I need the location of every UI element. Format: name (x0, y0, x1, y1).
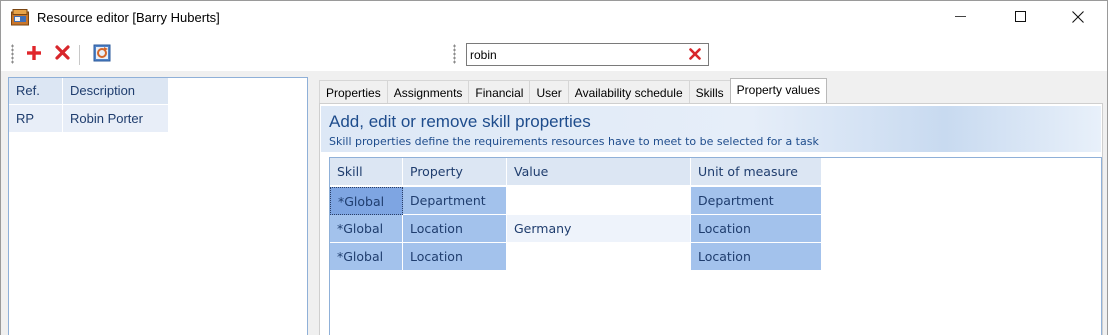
column-header-skill[interactable]: Skill (330, 158, 403, 186)
column-header-description[interactable]: Description (63, 78, 169, 104)
minimize-icon (954, 11, 966, 25)
minimize-button[interactable] (937, 1, 983, 35)
property-values-panel: Add, edit or remove skill properties Ski… (319, 103, 1103, 335)
property-cell[interactable]: Location (403, 243, 507, 271)
column-header-value[interactable]: Value (507, 158, 691, 186)
toolbar-separator (79, 45, 80, 65)
delete-x-icon (54, 45, 70, 63)
resource-editor-app-icon (11, 9, 29, 26)
tab-property-values[interactable]: Property values (729, 78, 828, 104)
value-cell[interactable] (507, 243, 691, 271)
tab-skills[interactable]: Skills (688, 80, 731, 103)
column-header-unit-of-measure[interactable]: Unit of measure (691, 158, 822, 186)
toolbar-grip[interactable] (11, 44, 14, 64)
search-box[interactable] (466, 43, 709, 66)
maximize-icon (1014, 11, 1026, 25)
grid-header-row: Skill Property Value Unit of measure (330, 158, 822, 186)
toolbar (1, 35, 1107, 71)
tab-assignments[interactable]: Assignments (386, 80, 470, 103)
tab-strip: Properties Assignments Financial User Av… (319, 78, 828, 104)
title-bar[interactable]: Resource editor [Barry Huberts] (1, 1, 1107, 35)
table-row[interactable]: *Global Location Germany Location (330, 215, 822, 243)
delete-button[interactable] (52, 44, 72, 64)
tab-financial[interactable]: Financial (468, 80, 531, 103)
table-row[interactable]: *Global Department Department (330, 187, 822, 215)
skill-cell[interactable]: *Global (330, 215, 403, 243)
close-icon (1072, 10, 1084, 26)
search-input[interactable] (470, 46, 680, 64)
resource-editor-window: Resource editor [Barry Huberts] robin Re… (0, 0, 1108, 335)
resource-row[interactable]: RP Robin Porter (9, 105, 169, 132)
property-cell[interactable]: Location (403, 215, 507, 243)
skill-cell[interactable]: *Global (330, 187, 403, 215)
add-button[interactable] (24, 44, 44, 64)
tab-user[interactable]: User (529, 80, 569, 103)
table-row[interactable]: *Global Location Location (330, 243, 822, 271)
tab-availability-schedule[interactable]: Availability schedule (567, 80, 690, 103)
panel-title: Add, edit or remove skill properties (329, 112, 591, 131)
maximize-button[interactable] (997, 1, 1043, 35)
unit-cell[interactable]: Location (691, 215, 822, 243)
column-header-property[interactable]: Property (403, 158, 507, 186)
skill-cell[interactable]: *Global (330, 243, 403, 271)
panel-banner: Add, edit or remove skill properties Ski… (321, 106, 1101, 152)
unit-cell[interactable]: Location (691, 243, 822, 271)
clear-x-icon[interactable] (688, 47, 702, 61)
refresh-button[interactable] (92, 44, 112, 64)
window-title: Resource editor [Barry Huberts] (37, 10, 220, 25)
column-header-ref[interactable]: Ref. (9, 78, 63, 104)
resource-list-header: Ref. Description (9, 78, 169, 104)
refresh-icon (93, 44, 111, 65)
search-grip[interactable] (453, 44, 456, 64)
resource-list[interactable]: Ref. Description RP Robin Porter (8, 77, 308, 335)
tab-properties[interactable]: Properties (319, 80, 388, 103)
panel-subtitle: Skill properties define the requirements… (329, 135, 819, 148)
plus-icon (26, 45, 42, 64)
content-area: Ref. Description RP Robin Porter Propert… (1, 71, 1107, 335)
value-cell[interactable]: Germany (507, 215, 691, 243)
property-cell[interactable]: Department (403, 187, 507, 215)
resource-ref-cell[interactable]: RP (9, 105, 63, 132)
unit-cell[interactable]: Department (691, 187, 822, 215)
close-button[interactable] (1055, 1, 1101, 35)
resource-description-cell[interactable]: Robin Porter (63, 105, 169, 132)
property-grid[interactable]: Skill Property Value Unit of measure *Gl… (329, 157, 1102, 335)
value-cell[interactable] (507, 187, 691, 215)
